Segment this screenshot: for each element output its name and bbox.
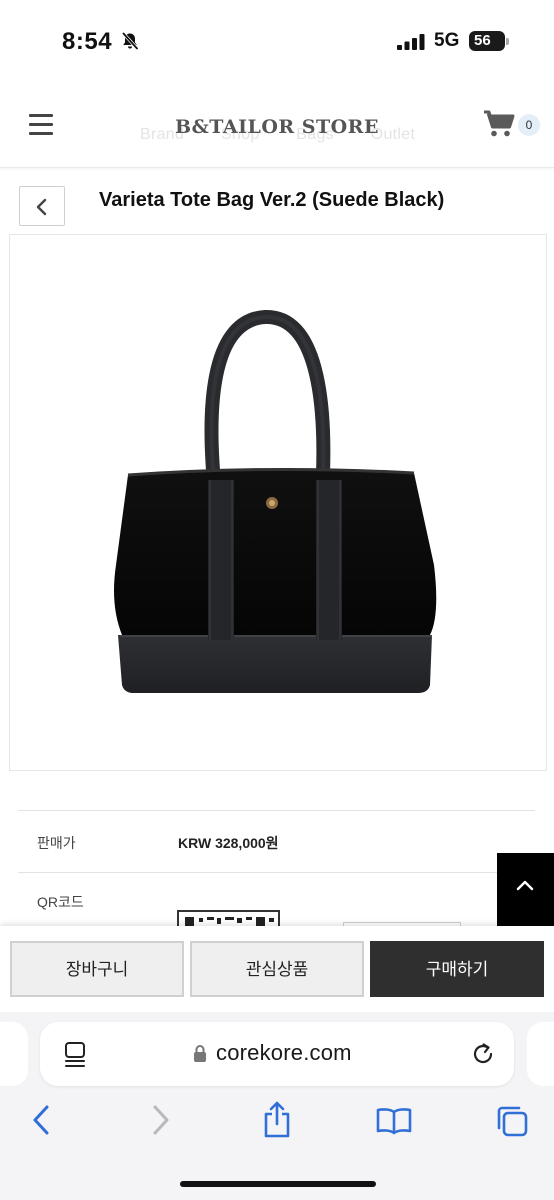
divider <box>18 810 535 811</box>
divider <box>18 872 535 873</box>
address-bar[interactable]: corekore.com <box>40 1022 514 1086</box>
network-type: 5G <box>434 30 460 51</box>
buy-now-button[interactable]: 구매하기 <box>370 941 544 997</box>
purchase-action-bar: 장바구니 관심상품 구매하기 <box>0 926 554 1012</box>
store-header: Brand Shop Bags Outlet B&TAILOR STORE 0 <box>0 96 554 168</box>
cellular-signal-icon <box>397 34 425 50</box>
price-label: 판매가 <box>37 835 76 851</box>
share-icon[interactable] <box>262 1100 292 1138</box>
product-title: Varieta Tote Bag Ver.2 (Suede Black) <box>99 189 445 211</box>
price-value: KRW 328,000원 <box>178 835 279 851</box>
back-arrow-icon[interactable] <box>30 1105 52 1135</box>
back-button[interactable] <box>19 186 65 226</box>
scroll-to-top-button[interactable] <box>497 853 554 928</box>
chevron-up-icon <box>516 880 534 891</box>
home-indicator <box>180 1181 376 1187</box>
store-logo[interactable]: B&TAILOR STORE <box>0 116 554 138</box>
bell-off-icon <box>121 31 139 51</box>
status-time: 8:54 <box>62 28 113 55</box>
browser-toolbar: corekore.com <box>0 1012 554 1200</box>
previous-tab-pill[interactable] <box>0 1022 28 1086</box>
page-menu-icon[interactable] <box>64 1042 88 1068</box>
forward-arrow-icon[interactable] <box>150 1105 172 1135</box>
lock-icon <box>194 1045 206 1062</box>
wishlist-button[interactable]: 관심상품 <box>190 941 364 997</box>
add-to-cart-button[interactable]: 장바구니 <box>10 941 184 997</box>
shopping-cart-icon[interactable] <box>483 110 515 138</box>
next-tab-pill[interactable] <box>527 1022 554 1086</box>
chevron-left-icon <box>36 198 47 216</box>
qr-code-label: QR코드 <box>37 894 84 910</box>
tabs-icon[interactable] <box>495 1104 529 1138</box>
reload-icon[interactable] <box>470 1041 496 1067</box>
battery-icon: 56 <box>469 31 509 51</box>
url-text: corekore.com <box>216 1040 352 1065</box>
battery-level: 56 <box>474 32 491 49</box>
cart-count-badge: 0 <box>518 114 540 136</box>
product-image[interactable] <box>9 234 547 771</box>
status-bar: 8:54 5G 56 <box>0 0 554 90</box>
bookmarks-icon[interactable] <box>376 1107 412 1135</box>
tote-bag-illustration <box>114 309 437 693</box>
